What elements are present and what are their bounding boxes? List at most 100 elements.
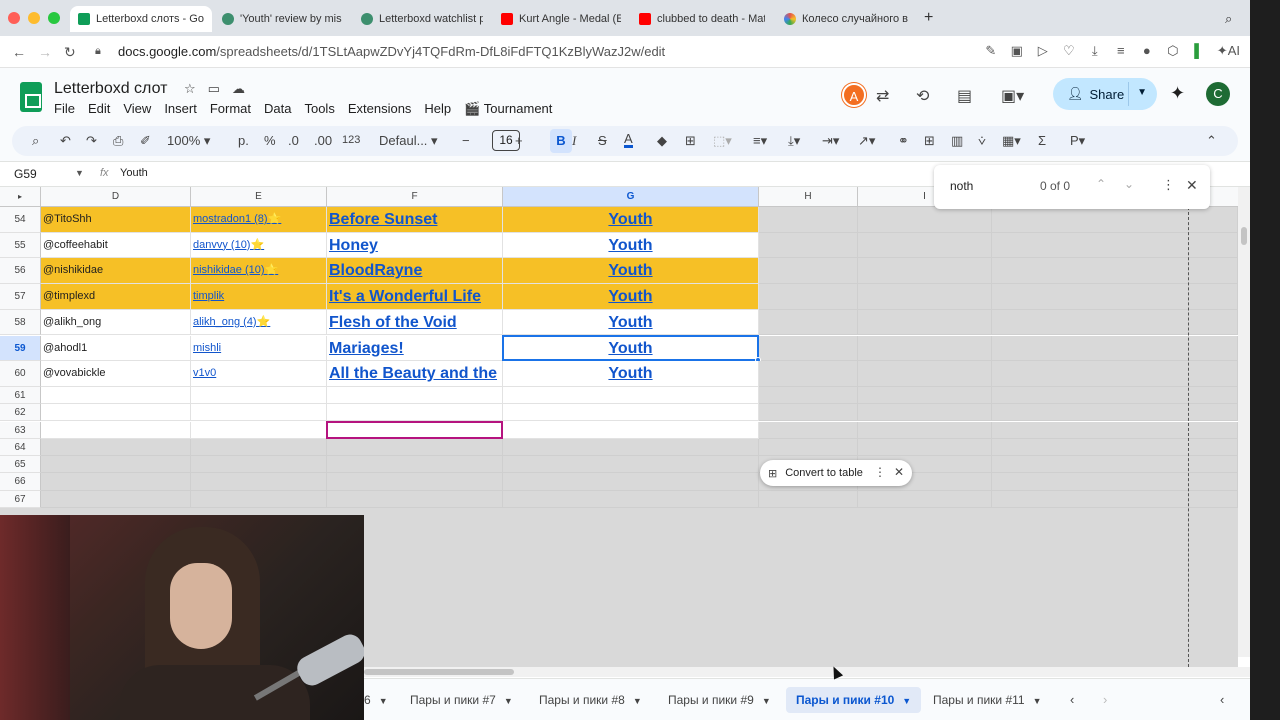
cell-empty[interactable]: [992, 361, 1238, 387]
scrollbar-thumb[interactable]: [1241, 227, 1247, 245]
cell-genre[interactable]: Youth: [503, 207, 759, 233]
ai-button[interactable]: ✦AI: [1217, 43, 1240, 59]
cell-genre[interactable]: Youth: [503, 232, 759, 259]
cell-empty[interactable]: [858, 309, 992, 336]
more-options-icon[interactable]: ⋮: [874, 465, 886, 479]
cell-film-title[interactable]: Before Sunset: [327, 207, 503, 233]
row-header[interactable]: 61: [0, 386, 41, 405]
browser-tab-wheel[interactable]: Колесо случайного вы: [776, 6, 916, 32]
cell-empty[interactable]: [759, 438, 858, 457]
cell-empty[interactable]: [41, 438, 191, 457]
font-select[interactable]: Defaul... ▾: [379, 133, 438, 149]
menu-file[interactable]: File: [54, 101, 81, 117]
cell-empty[interactable]: [503, 490, 759, 508]
cell-empty[interactable]: [992, 232, 1238, 259]
cell-empty[interactable]: [191, 438, 327, 457]
cell-empty[interactable]: [858, 438, 992, 457]
currency-format-button[interactable]: р.: [238, 133, 249, 148]
cell-username[interactable]: @nishikidae: [41, 258, 191, 285]
cell-reviewer-link[interactable]: mishli: [191, 335, 327, 362]
cell-empty[interactable]: [992, 404, 1238, 422]
cell-empty[interactable]: [41, 404, 191, 422]
move-folder-icon[interactable]: ▭: [208, 81, 220, 97]
camera-icon[interactable]: ▣: [1009, 43, 1025, 59]
cell-empty[interactable]: [327, 456, 503, 474]
cell-empty[interactable]: [992, 490, 1238, 508]
cell-reviewer-link[interactable]: danvvy (10)⭐: [191, 232, 327, 259]
cell-reviewer-link[interactable]: mostradon1 (8)⭐: [191, 207, 327, 233]
share-button[interactable]: 👤︎ Share ▼: [1053, 78, 1157, 110]
find-previous-icon[interactable]: ⌃: [1096, 177, 1106, 191]
menu-lines-icon[interactable]: ≡: [1113, 43, 1129, 59]
chevron-down-icon[interactable]: ▼: [379, 696, 388, 706]
chevron-down-icon[interactable]: ▼: [902, 696, 911, 706]
redo-icon[interactable]: ↷: [86, 133, 97, 149]
menu-tournament[interactable]: 🎬 Tournament: [464, 101, 558, 117]
cell-empty[interactable]: [858, 258, 992, 285]
cell-username[interactable]: @timplexd: [41, 284, 191, 310]
paint-format-icon[interactable]: ✐: [140, 133, 151, 149]
cell-film-title[interactable]: Flesh of the Void: [327, 309, 503, 336]
menu-tools[interactable]: Tools: [304, 101, 340, 117]
cell-empty[interactable]: [327, 473, 503, 491]
scroll-tabs-left-icon[interactable]: ‹: [1070, 692, 1074, 707]
scroll-tabs-right-icon[interactable]: ›: [1103, 692, 1107, 707]
cell-empty[interactable]: [191, 386, 327, 405]
text-wrapping-icon[interactable]: ⇥▾: [822, 133, 839, 149]
reload-icon[interactable]: ↻: [64, 44, 76, 61]
cell-empty[interactable]: [41, 386, 191, 405]
sheet-tab-10[interactable]: Пары и пики #10 ▼: [786, 687, 922, 713]
cell-username[interactable]: @alikh_ong: [41, 309, 191, 336]
cell-film-title[interactable]: Mariages!: [327, 335, 503, 362]
cell-genre[interactable]: Youth: [503, 309, 759, 336]
cell-empty[interactable]: [759, 232, 858, 259]
convert-to-table-chip[interactable]: ⊞ Convert to table ⋮ ✕: [760, 460, 912, 486]
menu-format[interactable]: Format: [210, 101, 257, 117]
column-header-d[interactable]: D: [41, 187, 191, 207]
chevron-down-icon[interactable]: ▼: [633, 696, 642, 706]
cell-empty[interactable]: [858, 207, 992, 233]
cell-empty[interactable]: [858, 404, 992, 422]
zoom-select[interactable]: 100% ▾: [167, 133, 210, 149]
cell-empty[interactable]: [503, 386, 759, 405]
chevron-down-icon[interactable]: ▼: [1137, 87, 1147, 98]
increase-font-size-icon[interactable]: +: [515, 133, 523, 148]
chevron-down-icon[interactable]: ▼: [504, 696, 513, 706]
row-header[interactable]: 54: [0, 207, 41, 233]
row-header[interactable]: 58: [0, 309, 41, 336]
text-rotation-icon[interactable]: ↗▾: [858, 133, 875, 149]
name-box[interactable]: G59: [14, 167, 37, 181]
cell-empty[interactable]: [858, 232, 992, 259]
cell-empty[interactable]: [759, 386, 858, 405]
cell-empty[interactable]: [858, 386, 992, 405]
row-header[interactable]: 63: [0, 421, 41, 439]
cell-empty[interactable]: [759, 335, 858, 362]
cell-film-title[interactable]: All the Beauty and the: [327, 361, 503, 387]
cell-empty[interactable]: [992, 207, 1238, 233]
cell-empty[interactable]: [327, 404, 503, 422]
find-next-icon[interactable]: ⌄: [1124, 177, 1134, 191]
menu-help[interactable]: Help: [424, 101, 457, 117]
close-window-button[interactable]: [8, 12, 20, 24]
account-avatar[interactable]: C: [1206, 82, 1230, 106]
meet-video-icon[interactable]: ▣▾: [1001, 86, 1024, 106]
forward-icon[interactable]: →: [38, 44, 52, 60]
sheet-tab-11[interactable]: Пары и пики #11 ▼: [923, 687, 1052, 713]
cell-empty[interactable]: [759, 207, 858, 233]
cell-empty[interactable]: [191, 456, 327, 474]
column-header-f[interactable]: F: [327, 187, 503, 207]
cell-empty[interactable]: [191, 490, 327, 508]
cell-empty[interactable]: [41, 421, 191, 439]
browser-tab-clubbed[interactable]: clubbed to death - Matri: [631, 6, 773, 32]
menu-view[interactable]: View: [123, 101, 157, 117]
cell-reviewer-link[interactable]: v1v0: [191, 361, 327, 387]
new-tab-button[interactable]: +: [924, 9, 933, 27]
chevron-down-icon[interactable]: ▼: [75, 168, 84, 178]
document-title[interactable]: Letterboxd слот: [54, 80, 167, 98]
url-field[interactable]: docs.google.com/spreadsheets/d/1TSLtAapw…: [118, 44, 665, 59]
more-options-icon[interactable]: ⋮: [1162, 177, 1175, 193]
side-panel-toggle-icon[interactable]: ‹: [1220, 692, 1224, 707]
cell-empty[interactable]: [759, 284, 858, 310]
cell-empty[interactable]: [759, 361, 858, 387]
cell-empty[interactable]: [992, 473, 1238, 491]
